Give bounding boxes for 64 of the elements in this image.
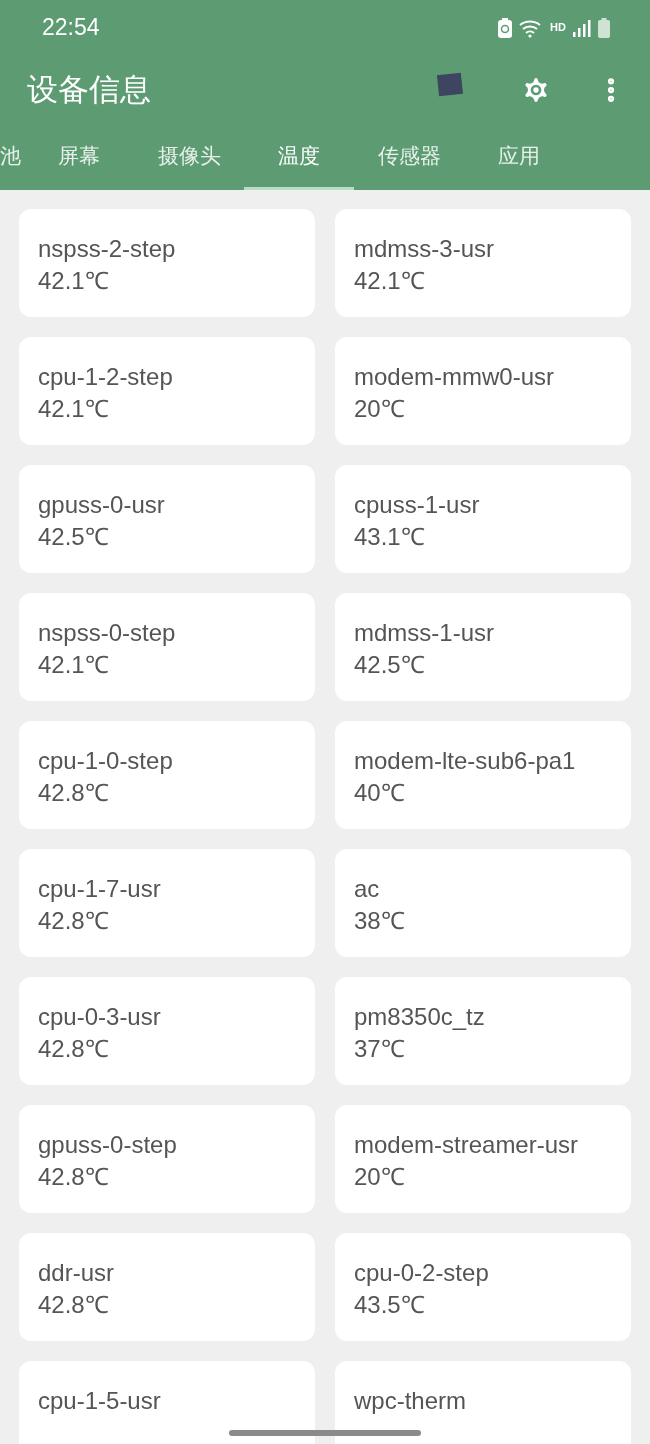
sensor-name: cpu-1-2-step [38, 362, 174, 392]
sensor-temperature: 40℃ [354, 778, 406, 808]
sensor-card[interactable]: wpc-therm [335, 1361, 631, 1444]
sensor-name: gpuss-0-usr [38, 490, 166, 520]
sensor-name: modem-streamer-usr [354, 1130, 580, 1160]
sensor-temperature: 42.8℃ [38, 1034, 110, 1064]
battery-icon [598, 17, 610, 38]
sensor-card[interactable]: gpuss-0-usr 42.5℃ [19, 465, 315, 573]
sensor-card[interactable]: cpu-1-0-step 42.8℃ [19, 721, 315, 829]
sensor-temperature: 42.1℃ [354, 266, 426, 296]
sensor-temperature: 42.8℃ [38, 906, 110, 936]
status-time: 22:54 [42, 13, 100, 43]
sensor-card[interactable]: cpu-0-2-step 43.5℃ [335, 1233, 631, 1341]
signal-icon [573, 18, 591, 37]
sensor-name: nspss-0-step [38, 618, 177, 648]
network-label: HD [550, 20, 566, 36]
sensor-card[interactable]: modem-streamer-usr 20℃ [335, 1105, 631, 1213]
sensor-temperature: 42.1℃ [38, 394, 110, 424]
sensor-temperature: 42.5℃ [354, 650, 426, 680]
sensor-card[interactable]: modem-lte-sub6-pa1 40℃ [335, 721, 631, 829]
sensor-card[interactable]: cpu-1-7-usr 42.8℃ [19, 849, 315, 957]
sensor-card[interactable]: pm8350c_tz 37℃ [335, 977, 631, 1085]
sensor-name: cpu-0-3-usr [38, 1002, 162, 1032]
sensor-temperature: 20℃ [354, 394, 406, 424]
sensor-name: mdmss-1-usr [354, 618, 495, 648]
sensor-card[interactable]: mdmss-1-usr 42.5℃ [335, 593, 631, 701]
sensor-name: mdmss-3-usr [354, 234, 495, 264]
sensor-name: modem-lte-sub6-pa1 [354, 746, 577, 776]
sensor-card[interactable]: nspss-2-step 42.1℃ [19, 209, 315, 317]
sensor-card[interactable]: cpuss-1-usr 43.1℃ [335, 465, 631, 573]
sensor-card[interactable]: cpu-1-5-usr [19, 1361, 315, 1444]
sensor-temperature: 20℃ [354, 1162, 406, 1192]
app-title: 设备信息 [27, 70, 152, 109]
battery-saver-icon [498, 17, 513, 38]
sensor-card[interactable]: mdmss-3-usr 42.1℃ [335, 209, 631, 317]
sensor-name: gpuss-0-step [38, 1130, 178, 1160]
sensor-temperature: 42.5℃ [38, 522, 110, 552]
sensor-card[interactable]: cpu-0-3-usr 42.8℃ [19, 977, 315, 1085]
sensor-temperature: 42.1℃ [38, 650, 110, 680]
sensor-card[interactable]: nspss-0-step 42.1℃ [19, 593, 315, 701]
sensor-card[interactable]: ac 38℃ [335, 849, 631, 957]
sensor-card[interactable]: modem-mmw0-usr 20℃ [335, 337, 631, 445]
sensor-temperature: 37℃ [354, 1034, 406, 1064]
sensor-temperature: 42.1℃ [38, 266, 110, 296]
sensor-temperature: 43.1℃ [354, 522, 426, 552]
sensor-name: cpu-1-0-step [38, 746, 174, 776]
sensor-name: modem-mmw0-usr [354, 362, 555, 392]
sensor-name: cpu-1-5-usr [38, 1386, 162, 1416]
sensor-name: pm8350c_tz [354, 1002, 486, 1032]
sensor-temperature: 42.8℃ [38, 1162, 110, 1192]
sensor-name: wpc-therm [354, 1386, 468, 1416]
sensor-card[interactable]: gpuss-0-step 42.8℃ [19, 1105, 315, 1213]
sensor-card[interactable]: cpu-1-2-step 42.1℃ [19, 337, 315, 445]
sensor-name: nspss-2-step [38, 234, 177, 264]
sensor-name: ddr-usr [38, 1258, 116, 1288]
sensor-name: ac [354, 874, 381, 904]
sensor-card[interactable]: ddr-usr 42.8℃ [19, 1233, 315, 1341]
sensor-name: cpuss-1-usr [354, 490, 481, 520]
sensor-temperature: 43.5℃ [354, 1290, 426, 1320]
sensor-temperature: 42.8℃ [38, 778, 110, 808]
sensor-temperature: 42.8℃ [38, 1290, 110, 1320]
sensor-temperature: 38℃ [354, 906, 406, 936]
sensor-name: cpu-0-2-step [354, 1258, 490, 1288]
sensor-name: cpu-1-7-usr [38, 874, 162, 904]
